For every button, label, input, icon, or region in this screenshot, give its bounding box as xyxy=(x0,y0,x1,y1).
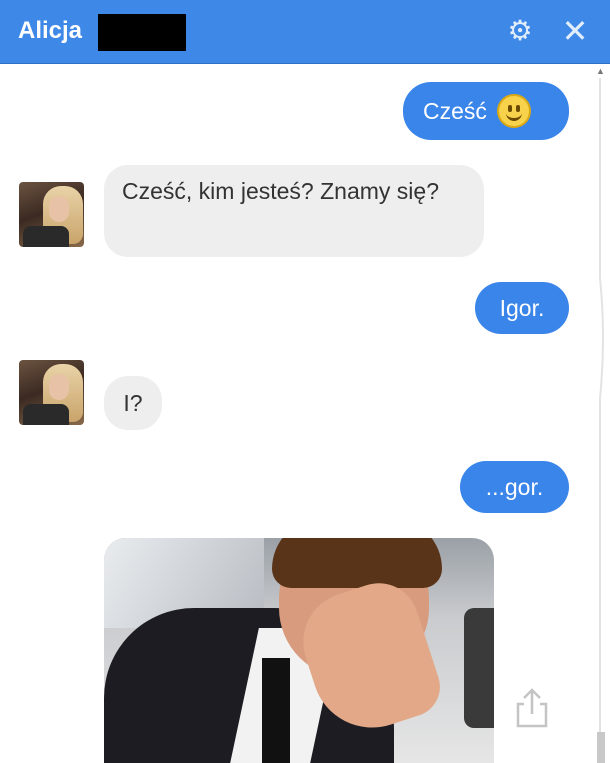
chat-header: Alicja ⚙ ✕ xyxy=(0,0,610,64)
message-text: Igor. xyxy=(499,295,545,321)
message-image[interactable] xyxy=(104,538,494,763)
message-text: Cześć, kim jesteś? Znamy się? xyxy=(122,178,439,204)
message-text: ...gor. xyxy=(485,474,544,500)
scrollbar-thumb[interactable] xyxy=(597,732,605,763)
scroll-up-arrow[interactable]: ▲ xyxy=(596,66,605,76)
message-outgoing: Cześć xyxy=(403,82,569,140)
share-icon[interactable] xyxy=(512,686,552,730)
message-incoming: Cześć, kim jesteś? Znamy się? xyxy=(104,165,484,257)
smiley-emoji-icon xyxy=(496,94,531,128)
close-icon[interactable]: ✕ xyxy=(558,14,592,48)
message-text: Cześć xyxy=(423,98,487,124)
contact-name[interactable]: Alicja xyxy=(18,14,82,48)
message-outgoing: ...gor. xyxy=(460,461,569,513)
gear-icon[interactable]: ⚙ xyxy=(505,14,535,48)
contact-avatar[interactable] xyxy=(19,182,84,247)
redacted-surname xyxy=(98,14,186,51)
message-incoming: I? xyxy=(104,376,162,430)
message-outgoing: Igor. xyxy=(475,282,569,334)
scrollbar[interactable] xyxy=(596,78,606,758)
message-text: I? xyxy=(123,390,143,416)
contact-avatar[interactable] xyxy=(19,360,84,425)
